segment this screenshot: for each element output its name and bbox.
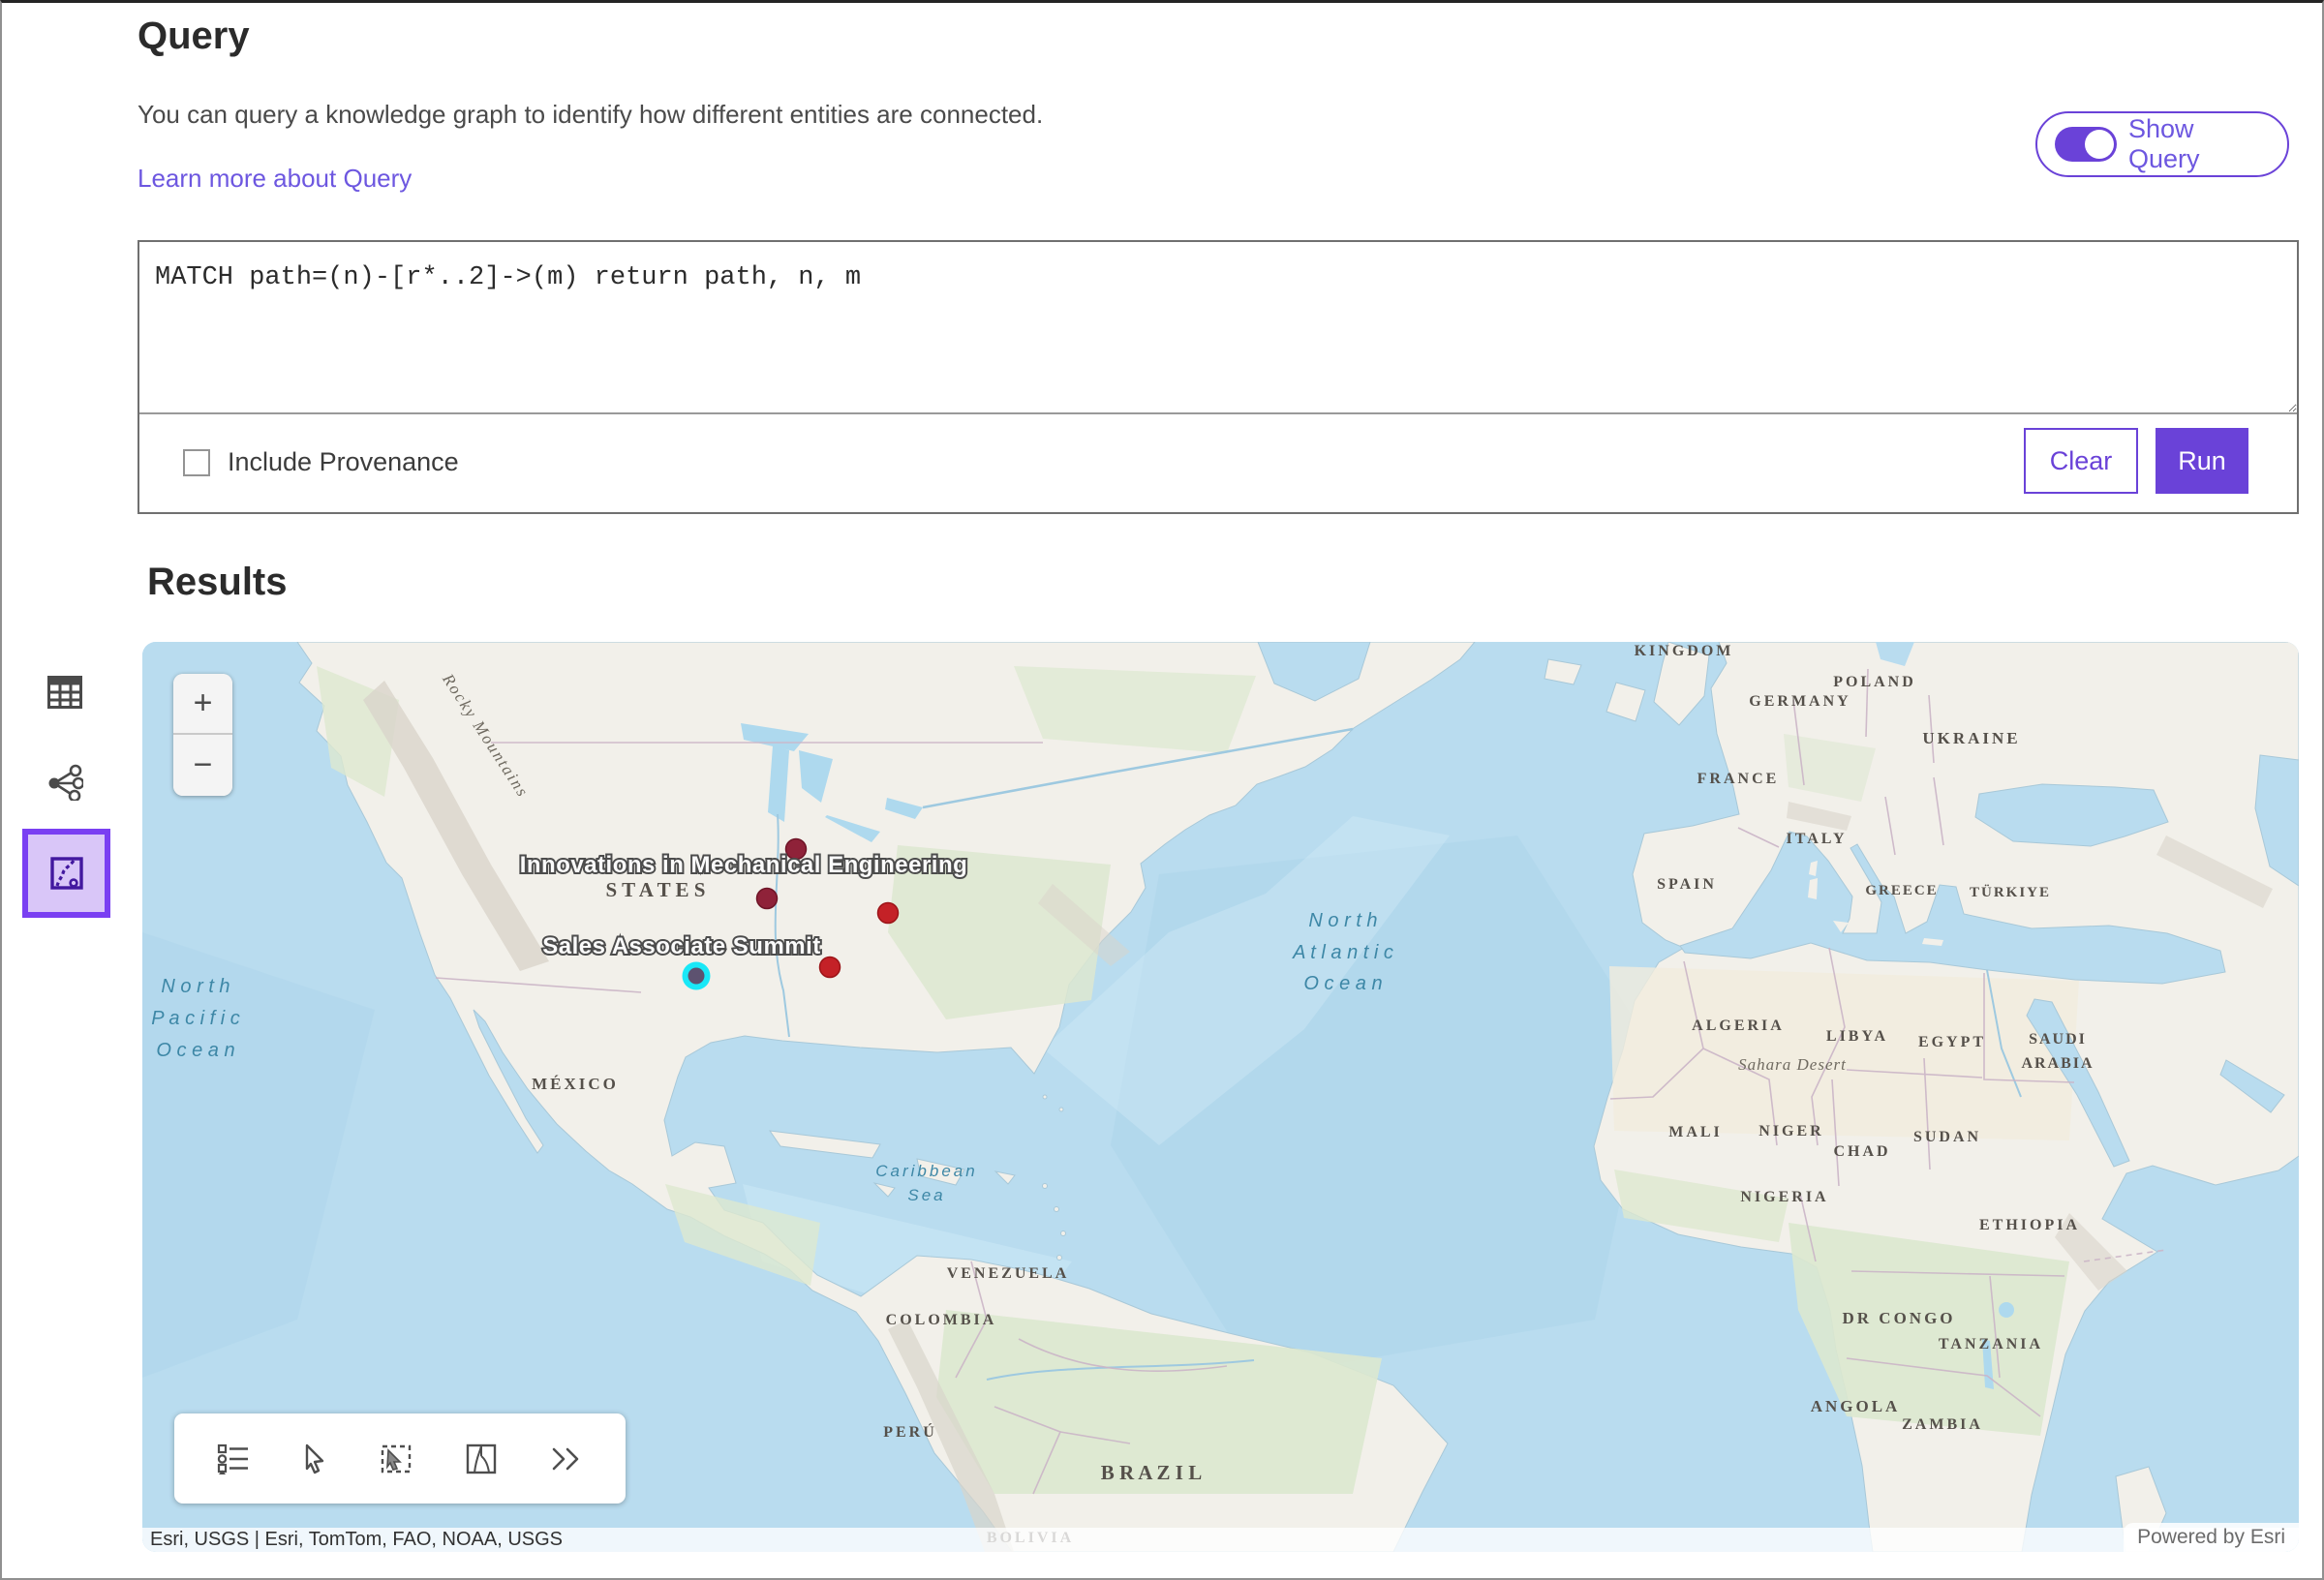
country-label-kingdom: KINGDOM bbox=[1635, 643, 1734, 659]
pacific-ocean-label: O c e a n bbox=[156, 1040, 234, 1061]
expand-tools-button[interactable] bbox=[548, 1446, 583, 1472]
country-label-mali: MALI bbox=[1668, 1124, 1723, 1140]
page-description: You can query a knowledge graph to ident… bbox=[138, 100, 1043, 130]
learn-more-link[interactable]: Learn more about Query bbox=[138, 164, 412, 194]
atlantic-ocean-label: N o r t h bbox=[1308, 910, 1377, 931]
country-label-egypt: EGYPT bbox=[1918, 1034, 1986, 1050]
results-map[interactable]: N o r t h P a c i f i c O c e a n N o r … bbox=[142, 642, 2299, 1552]
table-view-button[interactable] bbox=[44, 671, 86, 714]
table-icon bbox=[47, 676, 82, 709]
country-label-peru: PERÚ bbox=[883, 1422, 937, 1441]
country-label-colombia: COLOMBIA bbox=[886, 1312, 997, 1328]
link-chart-icon bbox=[46, 764, 83, 801]
map-icon bbox=[50, 857, 83, 890]
country-label-algeria: ALGERIA bbox=[1692, 1018, 1785, 1034]
country-label-germany: GERMANY bbox=[1749, 693, 1850, 710]
country-label-saudi-arabia: ARABIA bbox=[2021, 1055, 2094, 1072]
event-point-selected[interactable] bbox=[683, 962, 711, 990]
pacific-ocean-label: P a c i f i c bbox=[151, 1008, 240, 1029]
pacific-ocean-label: N o r t h bbox=[161, 976, 229, 997]
country-label-sudan: SUDAN bbox=[1913, 1129, 1981, 1145]
atlantic-ocean-label: A t l a n t i c bbox=[1292, 942, 1393, 963]
country-label-brazil: B R A Z I L bbox=[1101, 1461, 1202, 1484]
link-chart-view-button[interactable] bbox=[44, 761, 86, 804]
country-label-ethiopia: ETHIOPIA bbox=[1979, 1217, 2080, 1233]
event-label-innovations: Innovations in Mechanical Engineering bbox=[520, 852, 968, 878]
query-panel: MATCH path=(n)-[r*..2]->(m) return path,… bbox=[138, 240, 2299, 514]
pointer-icon bbox=[301, 1443, 328, 1474]
country-label-spain: SPAIN bbox=[1657, 876, 1717, 893]
legend-list-button[interactable] bbox=[217, 1443, 250, 1475]
map-attribution-bar: Esri, USGS | Esri, TomTom, FAO, NOAA, US… bbox=[142, 1528, 2299, 1552]
caribbean-sea-label: Sea bbox=[907, 1186, 945, 1204]
select-by-rectangle-button[interactable] bbox=[379, 1443, 413, 1475]
attribution-text: Esri, USGS | Esri, TomTom, FAO, NOAA, US… bbox=[142, 1529, 563, 1551]
show-query-toggle[interactable]: Show Query bbox=[2035, 111, 2289, 177]
caribbean-sea-label: Caribbean bbox=[875, 1162, 977, 1180]
country-label-france: FRANCE bbox=[1697, 771, 1780, 787]
country-label-zambia: ZAMBIA bbox=[1902, 1416, 1983, 1433]
event-point[interactable] bbox=[820, 957, 841, 978]
country-label-turkiye: TÜRKIYE bbox=[1970, 884, 2051, 900]
country-label-saudi-arabia: SAUDI bbox=[2029, 1031, 2087, 1048]
run-button[interactable]: Run bbox=[2156, 428, 2248, 494]
legend-list-icon bbox=[217, 1443, 250, 1475]
country-label-libya: LIBYA bbox=[1826, 1028, 1888, 1045]
country-label-niger: NIGER bbox=[1758, 1123, 1823, 1139]
country-label-dr-congo: DR CONGO bbox=[1842, 1309, 1955, 1327]
country-label-italy: ITALY bbox=[1786, 831, 1847, 847]
sahara-desert-label: Sahara Desert bbox=[1738, 1055, 1847, 1074]
query-input[interactable]: MATCH path=(n)-[r*..2]->(m) return path,… bbox=[139, 242, 2297, 414]
zoom-out-button[interactable]: − bbox=[173, 735, 232, 796]
country-label-chad: CHAD bbox=[1833, 1143, 1890, 1160]
country-label-venezuela: VENEZUELA bbox=[947, 1265, 1070, 1282]
include-provenance-checkbox[interactable] bbox=[183, 449, 210, 476]
country-label-angola: ANGOLA bbox=[1811, 1397, 1901, 1415]
atlantic-ocean-label: O c e a n bbox=[1303, 973, 1382, 994]
country-label-mexico: MÉXICO bbox=[532, 1075, 619, 1093]
pointer-button[interactable] bbox=[301, 1443, 328, 1474]
double-chevron-right-icon bbox=[548, 1446, 583, 1472]
country-label-ukraine: UKRAINE bbox=[1922, 729, 2020, 747]
results-title: Results bbox=[147, 561, 288, 604]
select-by-rectangle-icon bbox=[379, 1443, 413, 1475]
country-label-states: S T A T E S bbox=[606, 878, 706, 901]
country-label-poland: POLAND bbox=[1833, 674, 1916, 690]
map-toolbar bbox=[174, 1413, 626, 1504]
zoom-in-button[interactable]: + bbox=[173, 674, 232, 735]
select-by-polygon-button[interactable] bbox=[465, 1443, 498, 1475]
event-point[interactable] bbox=[757, 889, 778, 909]
map-view-button-selected[interactable] bbox=[22, 829, 110, 918]
include-provenance-label: Include Provenance bbox=[228, 447, 459, 477]
clear-button[interactable]: Clear bbox=[2024, 428, 2138, 494]
select-by-polygon-icon bbox=[465, 1443, 498, 1475]
query-page: Query You can query a knowledge graph to… bbox=[0, 0, 2324, 1580]
country-label-nigeria: NIGERIA bbox=[1740, 1189, 1828, 1205]
powered-by-esri: Powered by Esri bbox=[2124, 1523, 2299, 1552]
zoom-control: + − bbox=[173, 674, 232, 796]
show-query-label: Show Query bbox=[2128, 114, 2270, 174]
toggle-switch-icon[interactable] bbox=[2055, 127, 2117, 162]
event-point[interactable] bbox=[878, 903, 899, 924]
country-label-greece: GREECE bbox=[1865, 883, 1938, 898]
event-label-sales-summit: Sales Associate Summit bbox=[542, 933, 821, 959]
country-label-tanzania: TANZANIA bbox=[1939, 1336, 2043, 1352]
page-title: Query bbox=[138, 15, 250, 58]
